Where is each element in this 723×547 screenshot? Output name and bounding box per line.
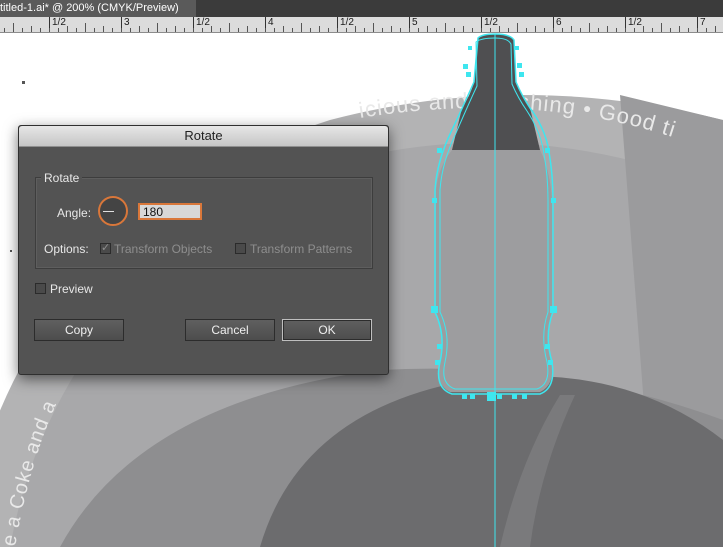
angle-label: Angle: [57, 206, 92, 220]
transform-patterns-label: Transform Patterns [250, 242, 353, 256]
transform-objects-label: Transform Objects [114, 242, 213, 256]
document-tab[interactable]: titled-1.ai* @ 200% (CMYK/Preview) [0, 0, 196, 17]
rotate-group-label: Rotate [41, 171, 83, 185]
ruler-label: 1/2 [52, 17, 66, 28]
rotate-dialog: Rotate Rotate Angle: Options: Transform … [18, 125, 389, 375]
dial-hand [103, 211, 114, 212]
ruler-label: 7 [700, 17, 706, 28]
copy-button[interactable]: Copy [34, 319, 124, 341]
angle-dial-icon[interactable] [98, 196, 128, 226]
options-label: Options: [44, 242, 89, 256]
ruler-label: 3 [124, 17, 130, 28]
transform-patterns-checkbox[interactable] [235, 243, 246, 254]
ruler-label: 1/2 [340, 17, 354, 28]
ruler-label: 1/2 [196, 17, 210, 28]
horizontal-ruler[interactable]: 1/2 3 1/2 4 1/2 5 1/2 6 1/2 7 [0, 17, 723, 33]
stray-mark [10, 250, 12, 252]
preview-checkbox[interactable] [35, 283, 46, 294]
ruler-label: 6 [556, 17, 562, 28]
ruler-label: 4 [268, 17, 274, 28]
ruler-label: 1/2 [484, 17, 498, 28]
angle-input[interactable] [138, 203, 202, 220]
cancel-button[interactable]: Cancel [185, 319, 275, 341]
ruler-ticks [4, 17, 716, 32]
dialog-title-bar[interactable]: Rotate [19, 126, 388, 147]
preview-label: Preview [50, 282, 93, 296]
transform-objects-checkbox[interactable] [100, 241, 111, 254]
ruler-label: 5 [412, 17, 418, 28]
document-tab-bar: titled-1.ai* @ 200% (CMYK/Preview) [0, 0, 723, 18]
ok-button[interactable]: OK [282, 319, 372, 341]
stray-mark [22, 81, 25, 84]
ruler-label: 1/2 [628, 17, 642, 28]
